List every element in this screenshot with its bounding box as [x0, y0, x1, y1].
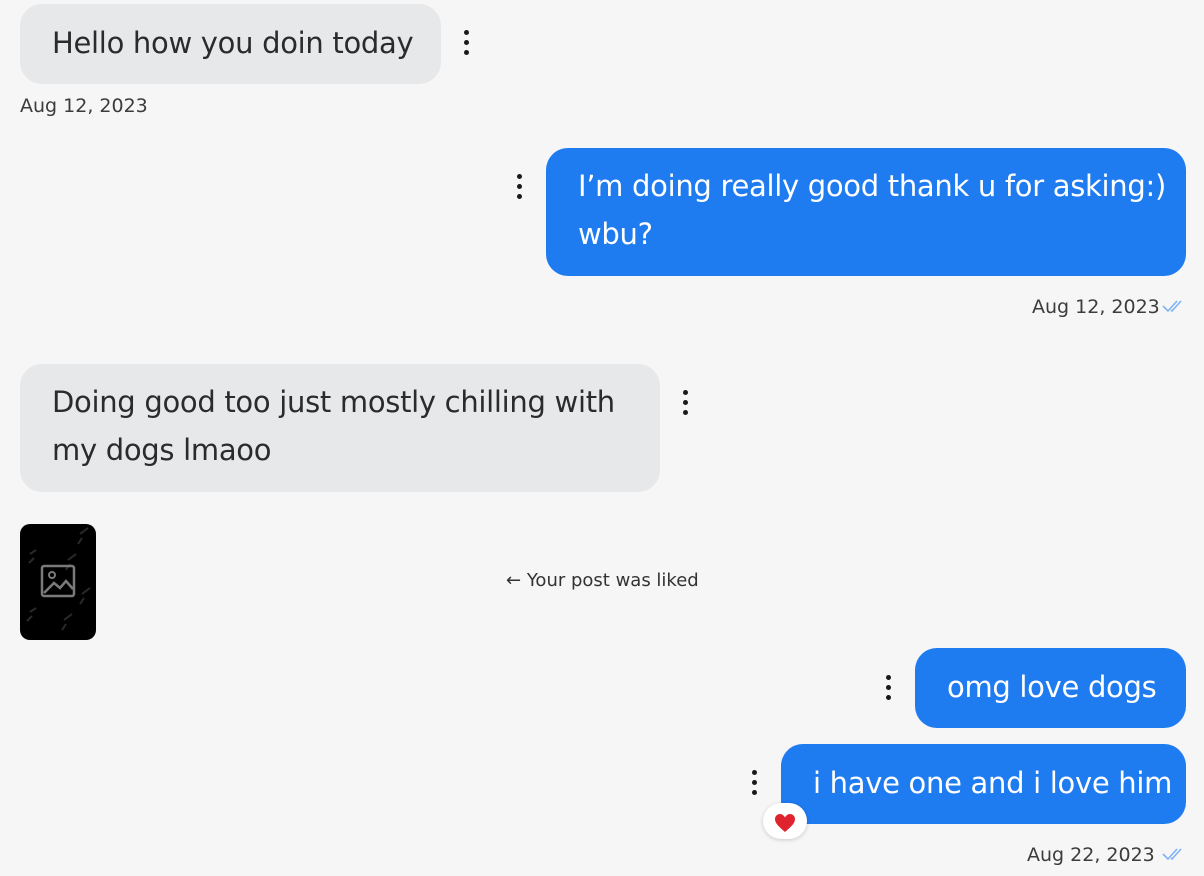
double-check-icon	[1162, 848, 1182, 861]
more-vertical-icon[interactable]	[745, 768, 765, 798]
more-vertical-icon[interactable]	[510, 172, 530, 202]
more-vertical-icon[interactable]	[879, 673, 899, 703]
message-text: Hello how you doin today	[52, 26, 414, 60]
message-text: omg love dogs	[947, 670, 1157, 704]
back-arrow-icon: ←	[506, 570, 522, 591]
message-timestamp: Aug 22, 2023	[1027, 844, 1155, 866]
message-bubble-outgoing[interactable]: i have one and i love him	[781, 744, 1186, 824]
message-bubble-outgoing[interactable]: omg love dogs	[915, 648, 1186, 728]
post-liked-text: Your post was liked	[526, 570, 699, 591]
message-timestamp: Aug 12, 2023	[1032, 296, 1160, 318]
message-text: Doing good too just mostly chilling with	[52, 385, 615, 419]
chat-thread: Hello how you doin today Aug 12, 2023 I’…	[0, 0, 1204, 876]
reaction-badge[interactable]	[763, 803, 807, 839]
post-liked-notice: ← Your post was liked	[506, 570, 699, 591]
message-text: I’m doing really good thank u for asking…	[578, 169, 1166, 203]
message-bubble-incoming[interactable]: Hello how you doin today	[20, 4, 441, 84]
more-vertical-icon[interactable]	[676, 388, 696, 418]
message-text: wbu?	[578, 217, 653, 251]
more-vertical-icon[interactable]	[457, 28, 477, 58]
post-thumbnail[interactable]	[20, 524, 96, 640]
heart-icon	[775, 813, 795, 832]
message-text: my dogs lmaoo	[52, 433, 272, 467]
image-placeholder-icon	[40, 564, 76, 598]
double-check-icon	[1162, 300, 1182, 313]
message-bubble-outgoing[interactable]: I’m doing really good thank u for asking…	[546, 148, 1186, 276]
message-text: i have one and i love him	[813, 766, 1173, 800]
message-bubble-incoming[interactable]: Doing good too just mostly chilling with…	[20, 364, 660, 492]
message-timestamp: Aug 12, 2023	[20, 95, 148, 117]
